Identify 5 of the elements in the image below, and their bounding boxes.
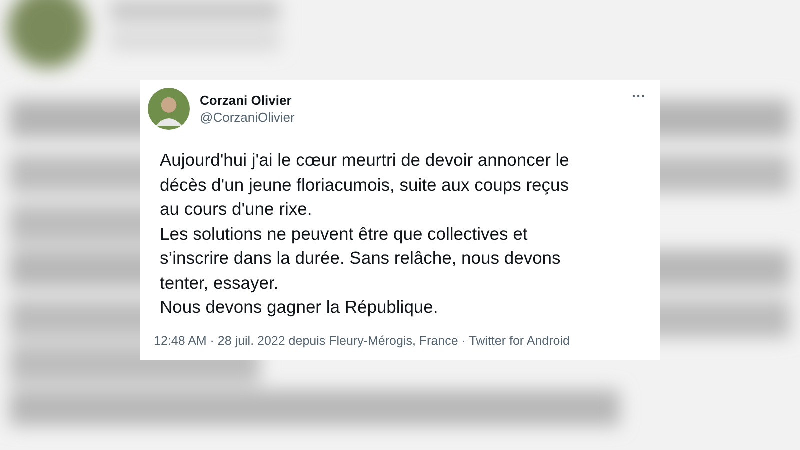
tweet-text: Aujourd'hui j'ai le cœur meurtri de devoir annoncer le décès d'un jeune floriacumois, suite aux coups reçus au cours d'une rixe. Les solutions ne peuvent être que collectives et s’inscrire dans la durée. Sans relâche, nous devons tenter, essayer. Nous devons gagner la République. [160, 149, 570, 319]
more-button[interactable]: ··· [632, 88, 646, 104]
tweet-meta: 12:48 AM · 28 juil. 2022 depuis Fleury-Mérogis, France · Twitter for Android [154, 334, 571, 348]
author-name[interactable]: Corzani Olivier [200, 93, 622, 108]
avatar-icon [148, 88, 190, 130]
